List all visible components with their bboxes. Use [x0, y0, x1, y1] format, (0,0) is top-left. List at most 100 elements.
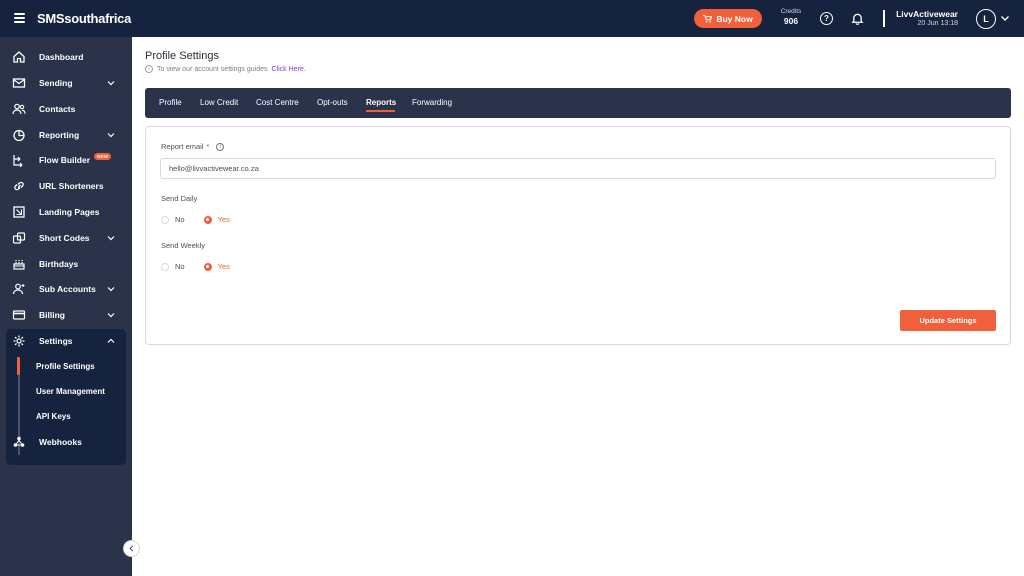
flow-icon: [13, 155, 23, 167]
sidebar-item-label: URL Shorteners: [39, 181, 104, 191]
sidebar-item-sending[interactable]: Sending: [6, 71, 126, 95]
sidebar-item-contacts[interactable]: Contacts: [6, 97, 126, 121]
user-name: LivvActivewear: [896, 9, 958, 19]
submenu-active-indicator: [17, 357, 20, 375]
required-mark: *: [206, 142, 210, 151]
radio-unchecked-icon: [161, 262, 169, 271]
credits-value: 906: [783, 16, 799, 26]
credit-card-icon: [12, 310, 26, 320]
short-codes-icon: [12, 232, 26, 244]
report-email-field[interactable]: [160, 158, 996, 179]
tab-low-credit[interactable]: Low Credit: [200, 98, 238, 107]
landing-page-icon: [13, 206, 25, 218]
sidebar-item-label: Dashboard: [39, 52, 84, 62]
sidebar-subitem-profile-settings[interactable]: Profile Settings: [36, 362, 95, 371]
current-datetime: 20 Jun 13:18: [917, 20, 958, 27]
radio-checked-icon: [203, 262, 212, 271]
reports-settings-card: Report email * i Send Daily No Yes Send …: [145, 126, 1011, 345]
credits-display: Credits 906: [774, 8, 808, 26]
sidebar-item-settings[interactable]: Settings: [6, 329, 126, 353]
settings-tabs: Profile Low Credit Cost Centre Opt-outs …: [145, 88, 1011, 118]
tab-opt-outs[interactable]: Opt-outs: [317, 98, 348, 107]
chevron-down-icon: [107, 133, 115, 138]
cake-icon: [13, 259, 25, 270]
topbar-divider: [883, 10, 885, 27]
sidebar-item-dashboard[interactable]: Dashboard: [6, 45, 126, 69]
radio-label: Yes: [217, 262, 230, 271]
cart-icon: [703, 14, 713, 23]
send-daily-label: Send Daily: [161, 194, 198, 203]
sidebar-item-url-shorteners[interactable]: URL Shorteners: [6, 174, 126, 198]
top-bar: SMSsouthafrica Buy Now Credits 906 ? Liv…: [0, 0, 1024, 37]
send-weekly-yes-radio[interactable]: Yes: [203, 262, 230, 271]
send-weekly-no-radio[interactable]: No: [161, 262, 185, 271]
user-plus-icon: [12, 283, 25, 295]
sidebar-item-landing-pages[interactable]: Landing Pages: [6, 200, 126, 224]
active-tab-indicator: [366, 110, 395, 112]
tab-forwarding[interactable]: Forwarding: [412, 98, 452, 107]
sidebar-subitem-user-management[interactable]: User Management: [36, 387, 105, 396]
chevron-down-icon: [107, 287, 115, 292]
send-daily-no-radio[interactable]: No: [161, 215, 185, 224]
sidebar-subitem-api-keys[interactable]: API Keys: [36, 412, 71, 421]
tab-cost-centre[interactable]: Cost Centre: [256, 98, 299, 107]
sidebar-item-billing[interactable]: Billing: [6, 303, 126, 327]
users-icon: [12, 103, 26, 115]
guide-text: To view our account settings guides: [157, 65, 268, 73]
sidebar-collapse-button[interactable]: [123, 540, 140, 557]
tab-profile[interactable]: Profile: [159, 98, 182, 107]
sidebar-item-label: Reporting: [39, 130, 80, 140]
credits-label: Credits: [780, 8, 802, 15]
report-email-label-text: Report email: [161, 142, 204, 151]
send-weekly-radio-group: No Yes: [161, 262, 230, 271]
report-email-label: Report email * i: [161, 142, 225, 151]
sidebar-item-birthdays[interactable]: Birthdays: [6, 252, 126, 276]
sidebar: Profile Settings User Management API Key…: [0, 37, 132, 576]
chevron-left-icon: [129, 545, 134, 552]
radio-label: No: [175, 215, 185, 224]
sidebar-item-label: Settings: [39, 336, 73, 346]
sidebar-item-webhooks[interactable]: Webhooks: [6, 430, 126, 454]
tab-reports[interactable]: Reports: [366, 98, 396, 107]
user-info[interactable]: LivvActivewear 20 Jun 13:18: [890, 9, 958, 27]
info-icon[interactable]: i: [216, 142, 225, 151]
guide-link[interactable]: Click Here.: [272, 66, 306, 73]
send-daily-yes-radio[interactable]: Yes: [203, 215, 230, 224]
home-icon: [13, 51, 25, 63]
sidebar-item-label: Sub Accounts: [39, 284, 96, 294]
sidebar-item-label: Billing: [39, 310, 65, 320]
chevron-up-icon: [107, 338, 115, 343]
webhook-icon: [13, 436, 25, 447]
sidebar-item-sub-accounts[interactable]: Sub Accounts: [6, 277, 126, 301]
chevron-down-icon[interactable]: [1000, 13, 1010, 23]
radio-unchecked-icon: [161, 215, 169, 224]
avatar[interactable]: L: [976, 9, 996, 29]
sidebar-item-label: Webhooks: [39, 437, 82, 447]
bell-icon[interactable]: [851, 12, 864, 25]
chevron-down-icon: [107, 313, 115, 318]
radio-label: Yes: [217, 215, 230, 224]
sidebar-item-label: Contacts: [39, 104, 76, 114]
update-settings-button[interactable]: Update Settings: [900, 310, 996, 331]
buy-now-label: Buy Now: [716, 13, 753, 24]
envelope-icon: [12, 78, 26, 88]
radio-label: No: [175, 262, 185, 271]
buy-now-button[interactable]: Buy Now: [694, 9, 762, 28]
hamburger-menu-icon[interactable]: [14, 13, 25, 23]
page-title: Profile Settings: [145, 50, 219, 62]
sidebar-item-short-codes[interactable]: Short Codes: [6, 226, 126, 250]
sidebar-item-flow-builder[interactable]: Flow Builder NEW: [6, 148, 126, 172]
help-icon[interactable]: ?: [820, 12, 833, 25]
link-icon: [14, 181, 24, 191]
chevron-down-icon: [107, 236, 115, 241]
chevron-down-icon: [107, 81, 115, 86]
send-weekly-label: Send Weekly: [161, 241, 206, 250]
new-badge: NEW: [94, 153, 112, 160]
brand-logo[interactable]: SMSsouthafrica: [37, 11, 131, 26]
sidebar-item-reporting[interactable]: Reporting: [6, 123, 126, 147]
gear-icon: [13, 335, 25, 347]
sidebar-item-label: Sending: [39, 78, 73, 88]
sidebar-item-label: Landing Pages: [39, 207, 100, 217]
radio-checked-icon: [203, 215, 212, 224]
sidebar-item-label: Short Codes: [39, 233, 90, 243]
